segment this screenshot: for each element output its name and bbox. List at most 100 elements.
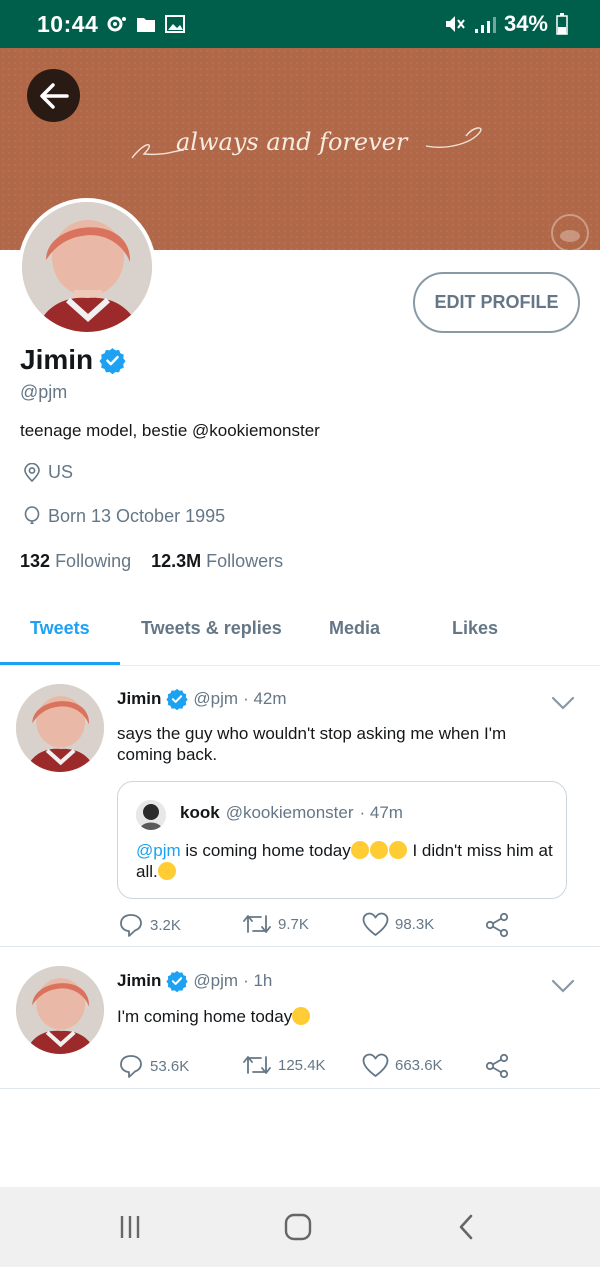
balloon-icon — [24, 506, 40, 524]
tweet-text-content: I'm coming home today — [117, 1007, 293, 1026]
tweet-author-name: Jimin — [117, 689, 162, 708]
avatar-image — [16, 966, 104, 1054]
reply-icon — [120, 914, 142, 937]
followers-label: Followers — [206, 551, 284, 571]
quoted-author-name: kook — [180, 803, 220, 822]
image-icon — [165, 15, 185, 33]
status-time: 10:44 — [37, 11, 99, 37]
arrow-left-icon — [39, 82, 69, 109]
recent-apps-button[interactable] — [90, 1187, 170, 1267]
tab-tweets-replies[interactable]: Tweets & replies — [141, 618, 282, 639]
back-nav-button[interactable] — [426, 1187, 506, 1267]
tweet-actions: 53.6K 125.4K 663.6K — [118, 1053, 518, 1083]
quoted-text: @pjm is coming home today I didn't miss … — [136, 840, 556, 882]
notification-dot-icon — [107, 16, 126, 32]
retweet-count: 9.7K — [278, 915, 309, 933]
profile-tabs: Tweets Tweets & replies Media Likes — [0, 604, 600, 666]
chevron-down-icon[interactable] — [550, 977, 576, 995]
system-nav-bar — [0, 1187, 600, 1267]
retweet-button[interactable]: 9.7K — [242, 912, 309, 936]
following-count: 132 — [20, 551, 51, 571]
share-button[interactable] — [484, 1053, 510, 1079]
profile-birthday: Born 13 October 1995 — [22, 506, 225, 527]
profile-handle: @pjm — [20, 382, 68, 402]
profile-location: US — [22, 462, 73, 483]
share-icon — [485, 1053, 509, 1079]
retweet-icon — [243, 915, 271, 933]
reply-count: 3.2K — [150, 916, 181, 934]
like-button[interactable]: 663.6K — [362, 1053, 443, 1078]
quoted-time: · 47m — [359, 803, 403, 822]
back-button[interactable] — [27, 69, 80, 122]
retweet-button[interactable]: 125.4K — [242, 1053, 326, 1077]
reply-button[interactable]: 53.6K — [118, 1053, 189, 1079]
tweet-text: says the guy who wouldn't stop asking me… — [117, 724, 507, 764]
folder-icon — [137, 17, 155, 32]
tweet-actions: 3.2K 9.7K 98.3K — [118, 912, 518, 942]
location-text: US — [48, 462, 74, 482]
tweet-time: · 42m — [243, 689, 287, 708]
status-bar: 10:44 34% — [0, 0, 600, 48]
tweet-time: · 1h — [243, 971, 273, 990]
tweet-author-handle: @pjm — [193, 689, 239, 708]
retweet-count: 125.4K — [278, 1056, 326, 1074]
reply-button[interactable]: 3.2K — [118, 912, 181, 938]
home-icon — [284, 1213, 312, 1241]
avatar-image — [16, 684, 104, 772]
reply-count: 53.6K — [150, 1057, 190, 1075]
tweet-author-handle: @pjm — [193, 971, 239, 990]
status-left-icons — [105, 14, 185, 34]
retweet-icon — [243, 1056, 271, 1074]
tab-likes[interactable]: Likes — [452, 618, 498, 639]
tweet-avatar[interactable] — [16, 966, 104, 1054]
battery-icon — [556, 13, 568, 35]
avatar-image — [136, 800, 166, 830]
mention-link[interactable]: @pjm — [136, 841, 181, 860]
heart-icon — [362, 912, 389, 936]
share-button[interactable] — [484, 912, 510, 938]
quoted-tweet[interactable]: kook @kookiemonster · 47m @pjm is coming… — [117, 781, 567, 899]
profile-bio: teenage model, bestie @kookiemonster — [20, 421, 320, 440]
svg-text:always and forever: always and forever — [176, 128, 409, 156]
banner-script-text: always and forever — [131, 127, 482, 159]
birthday-text: Born 13 October 1995 — [48, 506, 226, 526]
edit-profile-button[interactable]: EDIT PROFILE — [413, 272, 580, 333]
tweet-header: Jimin @pjm · 42m — [117, 688, 287, 710]
like-count: 663.6K — [395, 1057, 443, 1074]
heart-icon — [362, 1053, 389, 1077]
following-label: Following — [55, 551, 132, 571]
followers-link[interactable]: 12.3M Followers — [151, 551, 283, 572]
profile-avatar[interactable] — [18, 198, 156, 336]
profile-name-row: Jimin — [20, 344, 126, 376]
verified-badge-icon — [166, 970, 189, 992]
like-button[interactable]: 98.3K — [362, 912, 434, 937]
quoted-author-handle: @kookiemonster — [225, 803, 354, 822]
quoted-text-part-a: is coming home today — [180, 841, 351, 860]
tab-media[interactable]: Media — [329, 618, 380, 639]
battery-percent: 34% — [503, 11, 548, 36]
back-chevron-icon — [459, 1214, 473, 1240]
chevron-down-icon[interactable] — [550, 694, 576, 712]
avatar-image — [22, 202, 152, 332]
followers-count: 12.3M — [151, 551, 202, 571]
share-icon — [485, 912, 509, 938]
tweet-author-name: Jimin — [117, 971, 162, 990]
tab-tweets[interactable]: Tweets — [30, 618, 90, 639]
verified-badge-icon — [99, 347, 126, 374]
verified-badge-icon — [166, 688, 189, 710]
mute-icon — [445, 16, 465, 32]
crying-emoji-icon — [350, 841, 369, 859]
tweet-header: Jimin @pjm · 1h — [117, 970, 272, 992]
profile-name: Jimin — [20, 344, 94, 375]
location-pin-icon — [24, 462, 40, 482]
tweet-avatar[interactable] — [16, 684, 104, 772]
tweet-text: I'm coming home today — [117, 1006, 557, 1027]
following-link[interactable]: 132 Following — [20, 551, 131, 572]
reply-icon — [120, 1055, 142, 1078]
recent-apps-icon — [120, 1216, 140, 1238]
crying-emoji-icon — [369, 841, 388, 859]
home-button[interactable] — [258, 1187, 338, 1267]
crying-emoji-icon — [388, 841, 407, 859]
watermark-icon — [551, 214, 589, 252]
status-right: 34% — [444, 11, 568, 37]
